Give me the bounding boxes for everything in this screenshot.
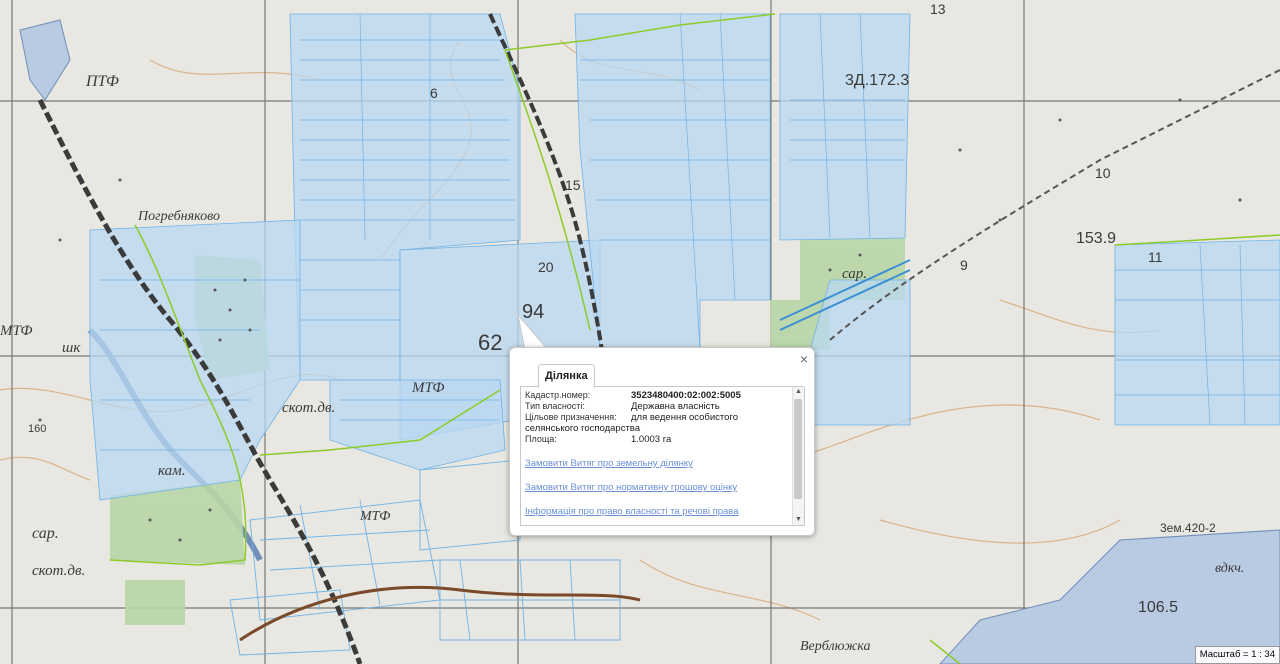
field-value: Державна власність <box>631 401 720 412</box>
label-n10: 10 <box>1095 165 1111 181</box>
label-mtf-low: МТФ <box>359 509 390 524</box>
label-n160: 160 <box>28 423 46 435</box>
label-n20: 20 <box>538 259 554 275</box>
label-n62: 62 <box>478 330 502 355</box>
field-key: Кадастр.номер: <box>525 390 591 400</box>
label-skot-dv: скот.дв. <box>282 400 335 416</box>
label-n13: 13 <box>930 1 946 17</box>
field-cadastre: Кадастр.номер: 3523480400:02:002:5005 <box>525 390 791 401</box>
ownership-info-link[interactable]: Інформація про право власності та речові… <box>525 506 791 517</box>
field-area: Площа: 1.0003 га <box>525 434 791 445</box>
label-verbl: Верблюжка <box>800 639 870 654</box>
label-sar-right: сар. <box>842 266 867 282</box>
field-key: Цільове призначення: <box>525 412 617 422</box>
label-h106: 106.5 <box>1138 599 1178 616</box>
label-n94: 94 <box>522 301 544 323</box>
field-value: 1.0003 га <box>631 434 672 445</box>
label-shk: шк <box>62 340 81 356</box>
field-purpose-cont: селянського господарства <box>525 423 641 434</box>
tab-parcel[interactable]: Ділянка <box>538 364 595 388</box>
label-vdkch: вдкч. <box>1215 561 1244 576</box>
scroll-thumb[interactable] <box>794 399 802 499</box>
label-kam: кам. <box>158 463 185 479</box>
label-n9: 9 <box>960 257 968 273</box>
field-value: 3523480400:02:002:5005 <box>631 390 741 401</box>
popup-tabs: Ділянка <box>520 364 804 388</box>
order-parcel-extract-link[interactable]: Замовити Витяг про земельну ділянку <box>525 458 791 469</box>
label-zd: 3Д.172.3 <box>845 72 909 89</box>
popup-scrollbar[interactable]: ▲ ▼ <box>792 387 804 525</box>
label-pogrebnyakovo: Погребняково <box>137 209 220 224</box>
label-skot-dv2: скот.дв. <box>32 563 85 579</box>
parcel-details: Кадастр.номер: 3523480400:02:002:5005 Ти… <box>525 390 791 517</box>
field-key: Площа: <box>525 434 557 444</box>
order-valuation-extract-link[interactable]: Замовити Витяг про нормативну грошову оц… <box>525 482 791 493</box>
field-value: для ведення особистого <box>631 412 738 423</box>
label-ptf: ПТФ <box>85 73 119 90</box>
scale-indicator: Масштаб = 1 : 34 <box>1194 646 1280 664</box>
field-purpose: Цільове призначення: для ведення особист… <box>525 412 791 423</box>
label-h153: 153.9 <box>1076 230 1116 247</box>
field-key: Тип власності: <box>525 401 585 411</box>
label-sar-left: сар. <box>32 525 59 542</box>
scroll-up-icon[interactable]: ▲ <box>793 387 804 397</box>
label-zem: 3ем.420-2 <box>1160 521 1216 535</box>
label-n15: 15 <box>565 177 581 193</box>
label-n6: 6 <box>430 85 438 101</box>
label-mtf-mid: МТФ <box>411 380 445 396</box>
label-n11: 11 <box>1148 249 1163 265</box>
label-mtf-left: МТФ <box>0 323 33 339</box>
popup-body[interactable]: Кадастр.номер: 3523480400:02:002:5005 Ти… <box>520 387 805 526</box>
parcel-info-popup: × Ділянка Кадастр.номер: 3523480400:02:0… <box>509 347 815 536</box>
scroll-down-icon[interactable]: ▼ <box>793 515 804 525</box>
field-ownership: Тип власності: Державна власність <box>525 401 791 412</box>
topographic-map[interactable]: ПТФ Погребняково МТФ шк скот.дв. кам. са… <box>0 0 1280 664</box>
